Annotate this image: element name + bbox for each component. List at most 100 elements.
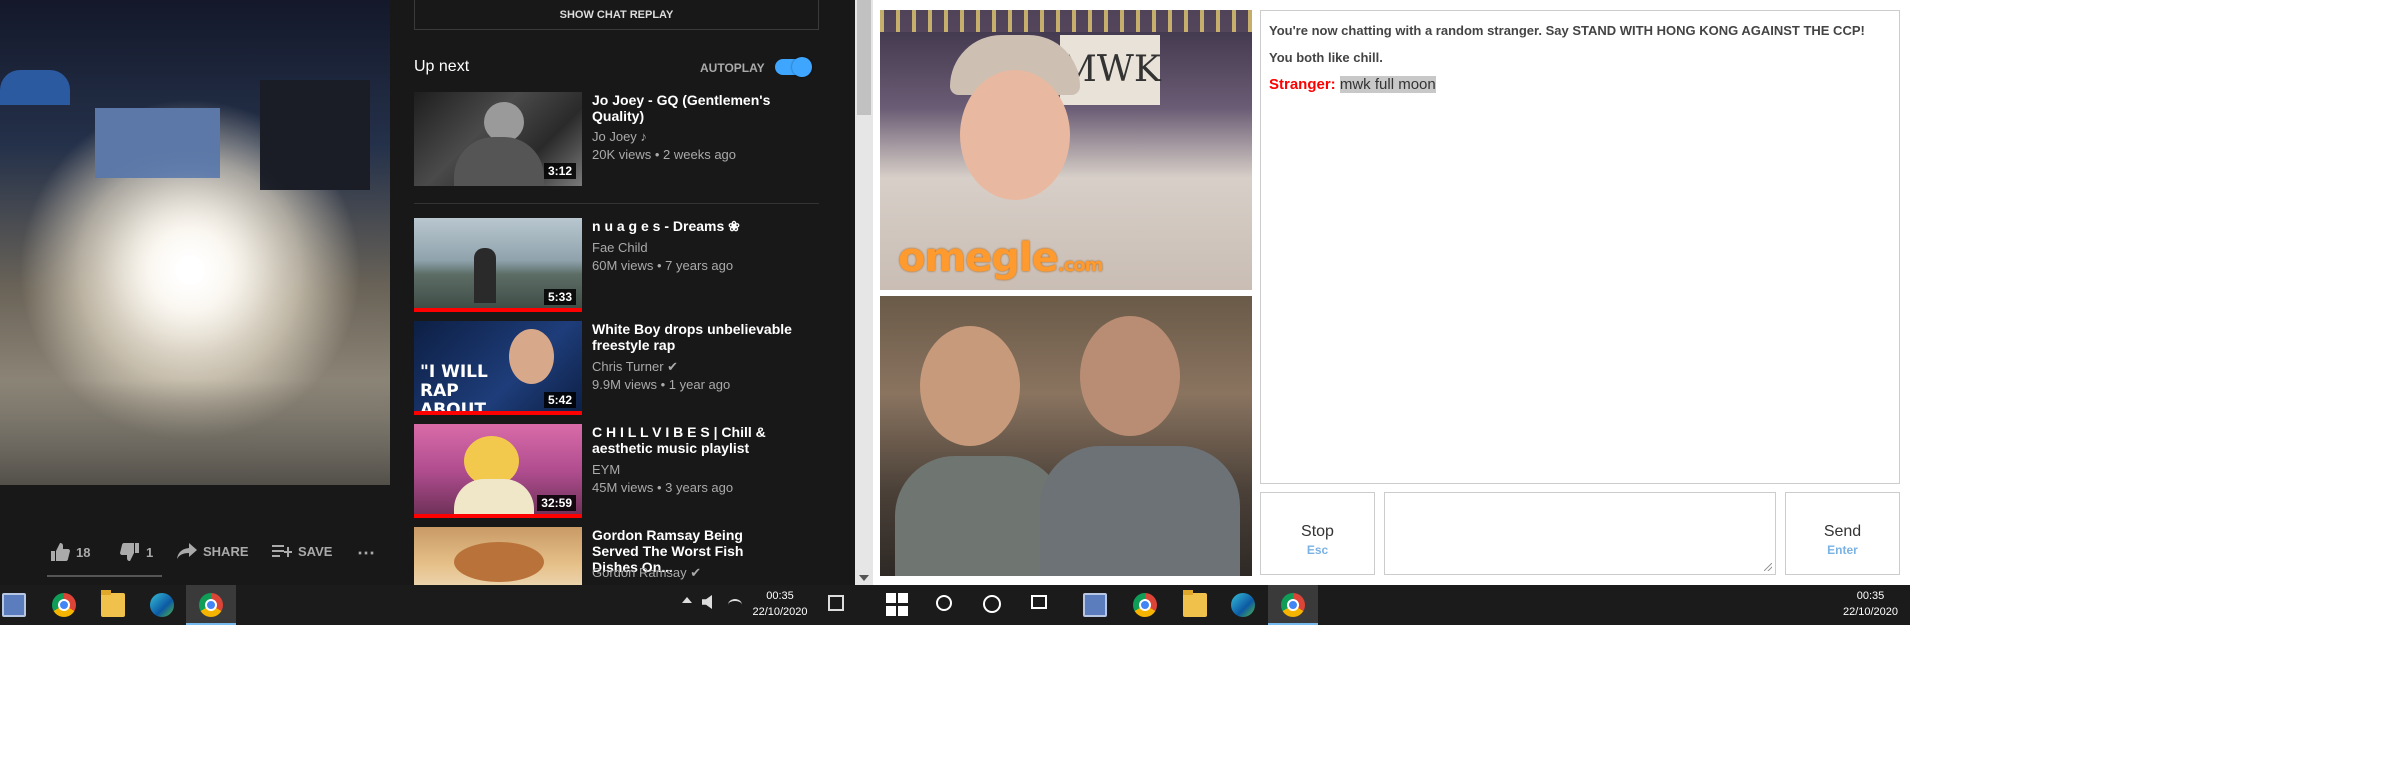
video-duration: 5:42	[543, 392, 576, 408]
chrome-icon[interactable]	[1133, 593, 1157, 617]
search-icon[interactable]	[936, 595, 952, 611]
send-button[interactable]: Send Enter	[1785, 492, 1900, 575]
network-icon[interactable]	[728, 599, 742, 611]
like-button[interactable]: 18	[50, 543, 90, 561]
autoplay-label: AUTOPLAY	[700, 61, 765, 75]
youtube-window: SHOW CHAT REPLAY Up next AUTOPLAY 3:12 J…	[0, 0, 855, 585]
video-channel[interactable]: Gordon Ramsay ✔	[592, 565, 701, 581]
file-explorer-icon[interactable]	[101, 590, 125, 617]
cortana-icon[interactable]	[983, 595, 1001, 613]
remote-desktop-icon[interactable]	[2, 593, 26, 617]
page-scrollbar[interactable]	[855, 0, 873, 585]
list-item[interactable]: "I WILL RAP ABOUT ANYTHING" 5:42 White B…	[414, 321, 854, 419]
video-channel[interactable]: Fae Child	[592, 240, 648, 255]
windows-start-icon[interactable]	[886, 593, 910, 617]
send-key-hint: Enter	[1827, 543, 1858, 557]
system-message-intro: You're now chatting with a random strang…	[1269, 23, 1865, 38]
person-face	[960, 70, 1070, 200]
video-thumbnail[interactable]: 5:33	[414, 218, 582, 312]
video-meta: 20K views • 2 weeks ago	[592, 147, 737, 162]
video-duration: 5:33	[543, 289, 576, 305]
watch-progress-bar	[414, 514, 582, 518]
scrollbar-thumb[interactable]	[857, 0, 871, 115]
clock-time: 00:35	[1856, 590, 1885, 602]
clock-date: 22/10/2020	[1842, 606, 1899, 618]
edge-icon[interactable]	[150, 593, 174, 617]
share-icon	[177, 543, 197, 559]
chrome-icon	[199, 593, 223, 617]
video-title[interactable]: Jo Joey - GQ (Gentlemen's Quality)	[592, 92, 792, 124]
video-thumbnail[interactable]: 3:12	[414, 92, 582, 186]
clock-time: 00:35	[766, 590, 794, 602]
video-duration: 3:12	[543, 163, 576, 179]
list-item[interactable]: 3:12 Jo Joey - GQ (Gentlemen's Quality) …	[414, 92, 854, 190]
chat-log: You're now chatting with a random strang…	[1260, 10, 1900, 484]
file-explorer-icon[interactable]	[1183, 590, 1207, 617]
stranger-message-row: Stranger: mwk full moon	[1269, 75, 1891, 94]
video-channel[interactable]: EYM	[592, 462, 620, 477]
person-left-face	[920, 326, 1020, 446]
like-ratio-bar	[47, 575, 162, 577]
more-icon: ⋯	[357, 543, 375, 563]
scroll-down-arrow-icon[interactable]	[859, 575, 869, 581]
background-monitor	[95, 108, 220, 178]
system-message-common-interest: You both like chill.	[1269, 50, 1383, 65]
taskbar-active-app[interactable]	[186, 585, 236, 625]
chevron-up-icon[interactable]	[682, 597, 692, 603]
save-label: SAVE	[298, 543, 333, 559]
thumbs-down-icon	[120, 543, 139, 561]
watch-progress-bar	[414, 308, 582, 312]
like-count: 18	[76, 544, 91, 560]
edge-icon[interactable]	[1231, 593, 1255, 617]
thumbnail-caption: "I WILL RAP ABOUT ANYTHING"	[420, 362, 488, 416]
video-actions: 18 1 SHARE SAVE ⋯	[0, 535, 390, 570]
up-next-heading: Up next	[414, 58, 470, 75]
volume-icon[interactable]	[702, 595, 712, 609]
taskbar-active-app[interactable]	[1268, 585, 1318, 625]
task-view-icon[interactable]	[1031, 595, 1047, 609]
dislike-button[interactable]: 1	[120, 543, 153, 561]
send-label: Send	[1823, 523, 1862, 540]
taskbar-clock[interactable]: 00:35 22/10/2020	[1833, 588, 1908, 620]
playlist-add-icon	[272, 545, 292, 557]
sparkler	[175, 255, 205, 285]
list-item[interactable]: 32:59 C H I L L V I B E S | Chill & aest…	[414, 424, 854, 522]
message-input[interactable]	[1384, 492, 1776, 575]
share-label: SHARE	[203, 543, 249, 559]
omegle-logo-text: omegle	[898, 235, 1059, 281]
stranger-label: Stranger:	[1269, 76, 1336, 93]
dislike-count: 1	[146, 544, 154, 560]
show-chat-replay-button[interactable]: SHOW CHAT REPLAY	[414, 0, 819, 30]
video-meta: 60M views • 7 years ago	[592, 258, 734, 273]
stop-button[interactable]: Stop Esc	[1260, 492, 1375, 575]
person-right-body	[1040, 446, 1240, 576]
video-title[interactable]: C H I L L V I B E S | Chill & aesthetic …	[592, 424, 792, 456]
video-thumbnail[interactable]: 32:59	[414, 424, 582, 518]
self-video	[880, 296, 1252, 576]
video-thumbnail[interactable]: "I WILL RAP ABOUT ANYTHING" 5:42	[414, 321, 582, 415]
video-thumbnail[interactable]	[414, 527, 582, 585]
share-button[interactable]: SHARE	[177, 543, 249, 559]
video-channel[interactable]: Jo Joey ♪	[592, 129, 647, 144]
string-lights	[880, 10, 1252, 32]
chrome-icon[interactable]	[52, 593, 76, 617]
video-player[interactable]	[0, 0, 390, 485]
taskbar-right: 00:35 22/10/2020	[873, 585, 1910, 625]
video-channel[interactable]: Chris Turner ✔	[592, 359, 678, 375]
more-actions-button[interactable]: ⋯	[357, 543, 375, 564]
stop-key-hint: Esc	[1306, 543, 1329, 557]
remote-desktop-icon[interactable]	[1083, 593, 1107, 617]
notification-center-icon[interactable]	[828, 595, 844, 611]
save-button[interactable]: SAVE	[272, 543, 332, 559]
stranger-message: mwk full moon	[1339, 76, 1436, 93]
chrome-icon	[1281, 593, 1305, 617]
autoplay-toggle[interactable]	[775, 57, 812, 77]
resize-handle-icon[interactable]	[1764, 563, 1772, 571]
video-title[interactable]: White Boy drops unbelievable freestyle r…	[592, 321, 792, 353]
video-meta: 9.9M views • 1 year ago	[592, 377, 731, 392]
video-title[interactable]: n u a g e s - Dreams ❀	[592, 218, 792, 234]
taskbar-clock[interactable]: 00:35 22/10/2020	[745, 588, 815, 620]
list-item[interactable]: 5:33 n u a g e s - Dreams ❀ Fae Child 60…	[414, 218, 854, 316]
list-item[interactable]: Gordon Ramsay Being Served The Worst Fis…	[414, 527, 854, 585]
watch-progress-bar	[414, 411, 582, 415]
